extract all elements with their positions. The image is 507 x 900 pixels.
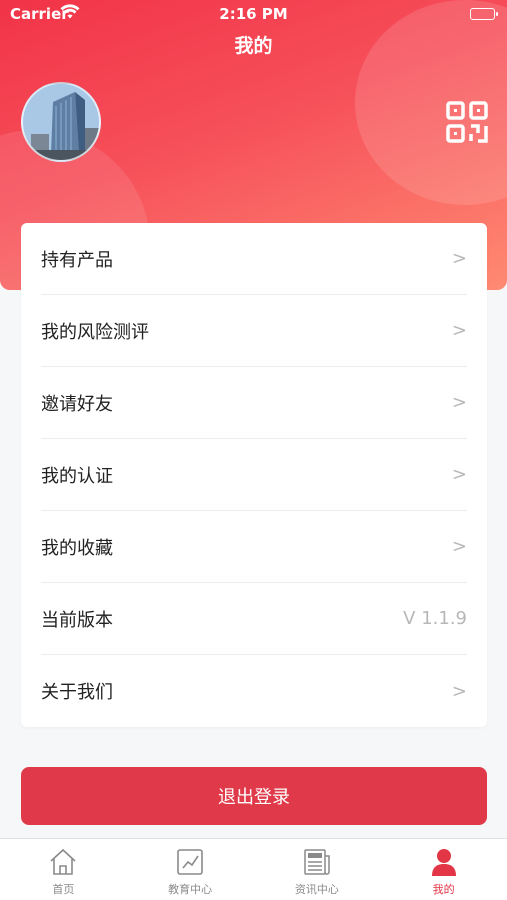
menu-item-label: 当前版本 [41, 609, 113, 631]
menu-item-label: 持有产品 [41, 249, 113, 271]
tab-label: 我的 [432, 883, 455, 896]
tab-label: 教育中心 [168, 883, 213, 896]
tab-label: 资讯中心 [294, 883, 339, 896]
menu-item-about-us[interactable]: 关于我们 > [41, 655, 467, 727]
home-icon [50, 848, 76, 875]
tab-label: 首页 [52, 883, 75, 896]
menu-item-favorites[interactable]: 我的收藏 > [41, 511, 467, 583]
status-bar: Carrier 2:16 PM [0, 0, 507, 28]
battery-icon [470, 8, 498, 20]
version-number: V 1.1.9 [403, 608, 467, 629]
avatar[interactable] [21, 82, 101, 162]
menu-list: 持有产品 > 我的风险测评 > 邀请好友 > 我的认证 > 我的收藏 > 当前版… [21, 223, 487, 727]
clock: 2:16 PM [219, 5, 288, 23]
chevron-right-icon: > [451, 392, 467, 413]
qr-code-icon[interactable] [446, 101, 488, 143]
tab-bar: 首页 教育中心 资讯中心 我的 [0, 838, 507, 900]
chevron-right-icon: > [451, 248, 467, 269]
chevron-right-icon: > [451, 464, 467, 485]
logout-button[interactable]: 退出登录 [21, 767, 487, 825]
chevron-right-icon: > [451, 680, 467, 702]
tab-education[interactable]: 教育中心 [127, 839, 254, 900]
chevron-right-icon: > [451, 320, 467, 341]
news-icon [304, 849, 330, 875]
menu-item-label: 我的认证 [41, 465, 113, 487]
menu-item-risk-assessment[interactable]: 我的风险测评 > [41, 295, 467, 367]
person-icon [431, 849, 456, 876]
tab-mine[interactable]: 我的 [380, 839, 507, 900]
menu-item-label: 我的收藏 [41, 537, 113, 559]
page-title: 我的 [234, 35, 273, 57]
menu-item-label: 邀请好友 [41, 393, 113, 415]
chart-icon [177, 849, 203, 875]
menu-item-holdings[interactable]: 持有产品 > [41, 223, 467, 295]
menu-item-invite-friends[interactable]: 邀请好友 > [41, 367, 467, 439]
menu-item-version: 当前版本 V 1.1.9 [41, 583, 467, 655]
menu-item-label: 我的风险测评 [41, 321, 149, 343]
chevron-right-icon: > [451, 536, 467, 557]
menu-item-verification[interactable]: 我的认证 > [41, 439, 467, 511]
menu-item-label: 关于我们 [41, 682, 113, 703]
tab-news[interactable]: 资讯中心 [254, 839, 381, 900]
tab-home[interactable]: 首页 [0, 839, 127, 900]
